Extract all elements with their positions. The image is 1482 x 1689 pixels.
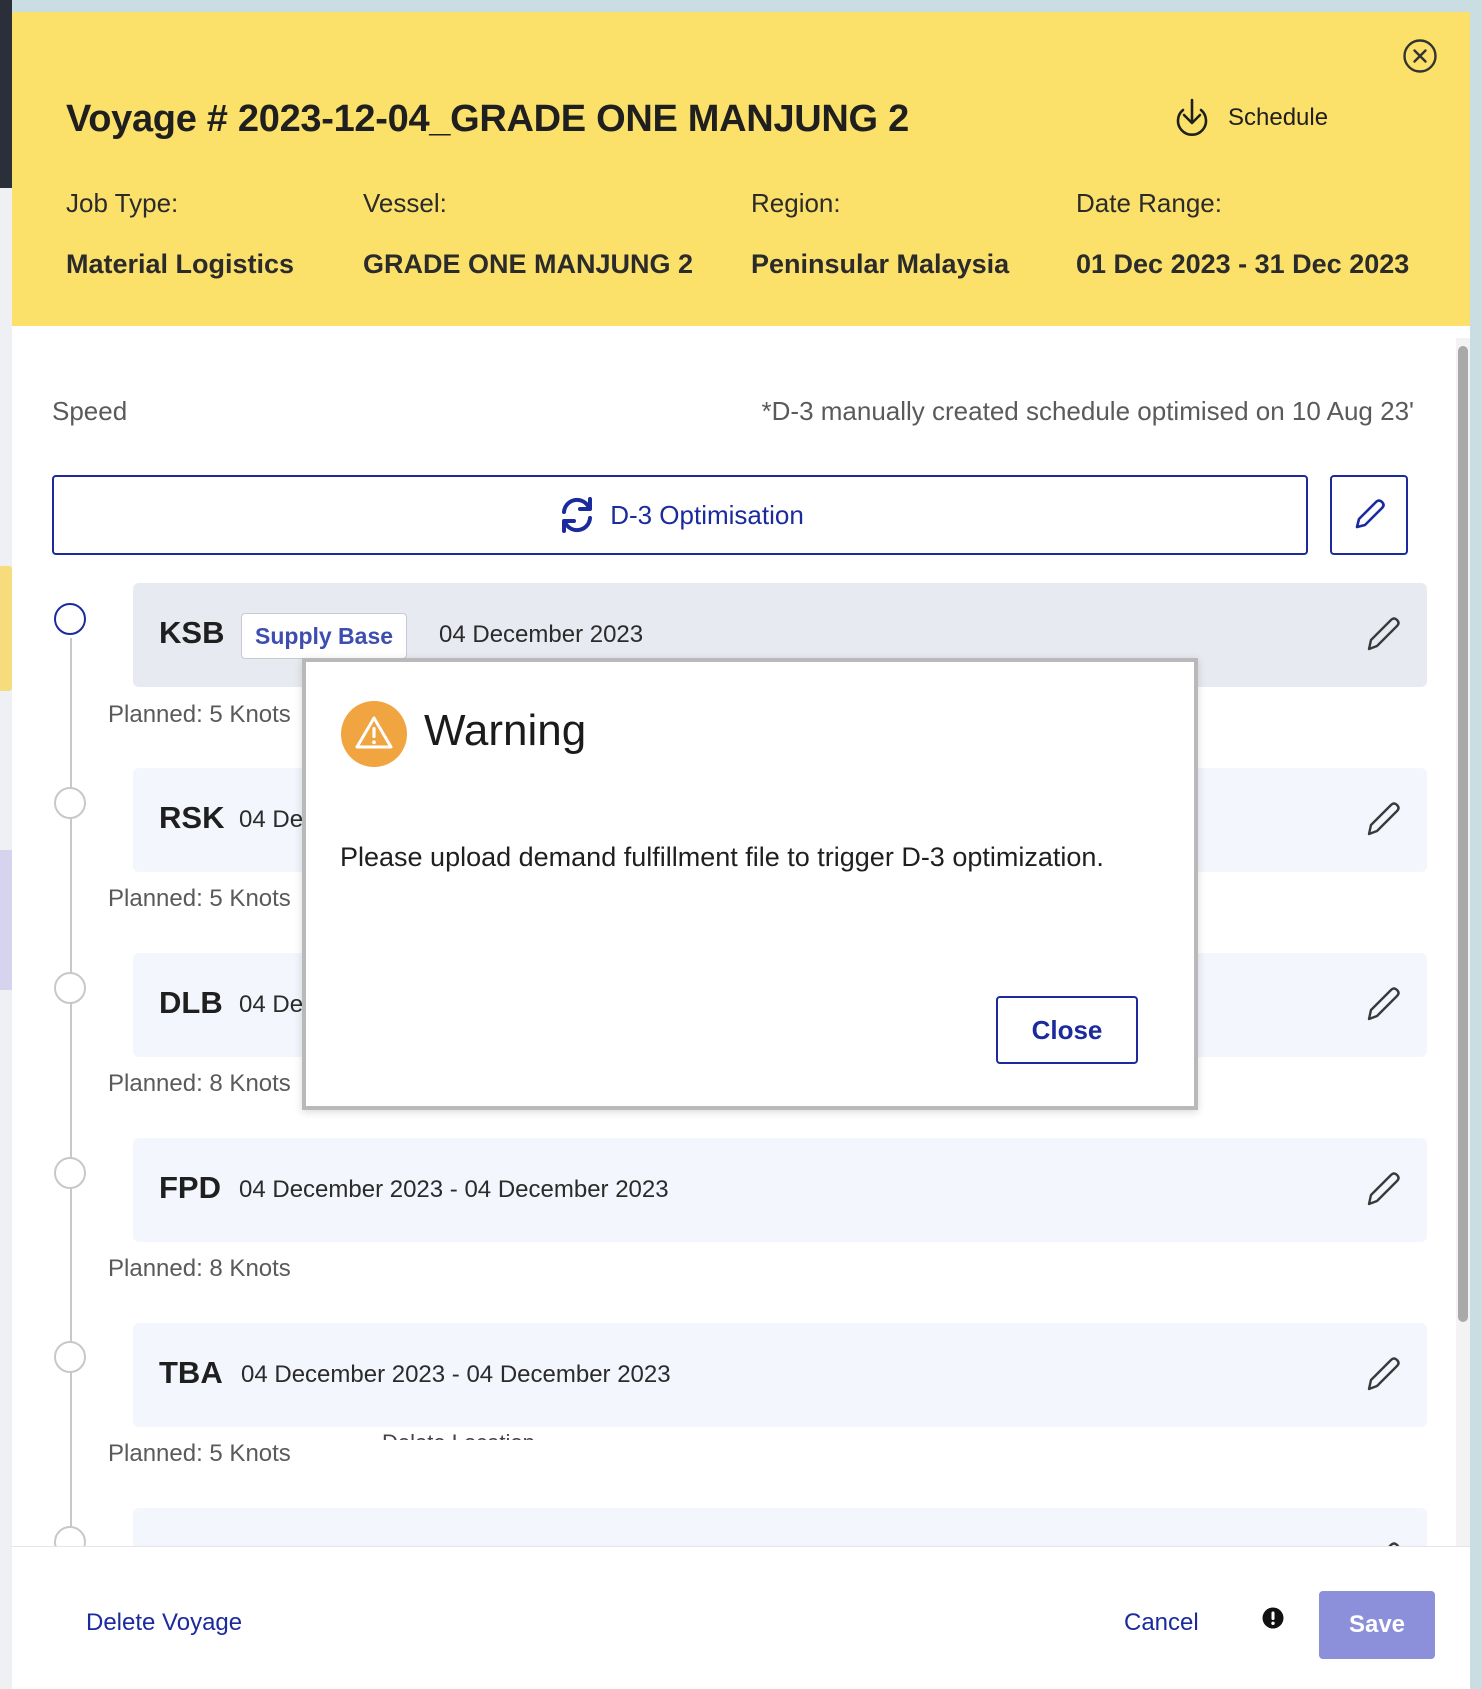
- delete-location-option[interactable]: Delete Location: [382, 1430, 535, 1440]
- pencil-icon: [1355, 499, 1385, 529]
- date-range-label: Date Range:: [1076, 188, 1222, 218]
- stop-date: 04 De: [239, 806, 304, 833]
- d3-optimisation-button[interactable]: D-3 Optimisation: [52, 475, 1308, 555]
- timeline-dot: [54, 1526, 86, 1546]
- stop-date: 04 December 2023 - 04 December 2023: [241, 1361, 671, 1388]
- dialog-message: Please upload demand fulfillment file to…: [340, 842, 1104, 872]
- stop-card-tba[interactable]: TBA 04 December 2023 - 04 December 2023: [133, 1323, 1427, 1427]
- planned-speed: Planned: 5 Knots: [108, 885, 291, 912]
- timeline-dot: [54, 1157, 86, 1189]
- schedule-download-button[interactable]: Schedule: [1170, 90, 1328, 146]
- pencil-icon[interactable]: [1361, 796, 1405, 842]
- vessel-label: Vessel:: [363, 188, 447, 218]
- background-app-strip: [0, 0, 12, 188]
- download-icon: [1176, 98, 1208, 137]
- date-range-value: 01 Dec 2023 - 31 Dec 2023: [1076, 249, 1410, 279]
- vessel-field: Vessel: GRADE ONE MANJUNG 2: [363, 188, 693, 280]
- pencil-icon[interactable]: [1361, 1536, 1405, 1546]
- refresh-icon: [562, 497, 593, 533]
- dialog-close-button[interactable]: Close: [996, 996, 1138, 1064]
- save-button[interactable]: Save: [1319, 1591, 1435, 1659]
- stop-card-partial[interactable]: [133, 1508, 1427, 1546]
- stop-date: 04 December 2023: [439, 621, 644, 648]
- region-label: Region:: [751, 188, 841, 218]
- pencil-icon[interactable]: [1361, 981, 1405, 1027]
- background-highlight: [0, 850, 12, 990]
- close-circle-icon[interactable]: [1402, 38, 1438, 74]
- planned-speed: Planned: 5 Knots: [108, 1440, 291, 1467]
- stop-code: RSK: [159, 800, 225, 835]
- stop-date: 04 December 2023 - 04 December 2023: [239, 1176, 669, 1203]
- edit-schedule-button[interactable]: [1330, 475, 1408, 555]
- voyage-modal: Voyage # 2023-12-04_GRADE ONE MANJUNG 2 …: [12, 12, 1470, 1689]
- timeline-dot: [54, 603, 86, 635]
- dialog-title: Warning: [424, 706, 587, 755]
- timeline-line: [70, 638, 72, 1546]
- timeline-dot: [54, 787, 86, 819]
- speed-label: Speed: [52, 396, 128, 426]
- exclamation-icon: [1262, 1607, 1284, 1629]
- stop-code: KSB: [159, 615, 225, 650]
- voyage-header: Voyage # 2023-12-04_GRADE ONE MANJUNG 2 …: [12, 12, 1470, 326]
- warning-triangle-icon: [341, 701, 407, 767]
- job-type-label: Job Type:: [66, 188, 179, 218]
- region-value: Peninsular Malaysia: [751, 249, 1010, 279]
- modal-footer: Delete Voyage Cancel Save: [12, 1546, 1470, 1689]
- voyage-title: Voyage # 2023-12-04_GRADE ONE MANJUNG 2: [66, 98, 909, 140]
- supply-base-badge: Supply Base: [241, 613, 408, 659]
- stop-card-fpd[interactable]: FPD 04 December 2023 - 04 December 2023: [133, 1138, 1427, 1242]
- pencil-icon[interactable]: [1361, 1166, 1405, 1212]
- delete-voyage-button[interactable]: Delete Voyage: [86, 1609, 242, 1637]
- background-chip: [0, 566, 12, 691]
- job-type-field: Job Type: Material Logistics: [66, 188, 294, 280]
- planned-speed: Planned: 8 Knots: [108, 1255, 291, 1282]
- cancel-button[interactable]: Cancel: [1124, 1609, 1199, 1637]
- stop-date: 04 De: [239, 991, 304, 1018]
- pencil-icon[interactable]: [1361, 611, 1405, 657]
- timeline-dot: [54, 972, 86, 1004]
- planned-speed: Planned: 8 Knots: [108, 1070, 291, 1097]
- date-range-field: Date Range: 01 Dec 2023 - 31 Dec 2023: [1076, 188, 1409, 280]
- schedule-label: Schedule: [1228, 104, 1329, 131]
- pencil-icon[interactable]: [1361, 1351, 1405, 1397]
- region-field: Region: Peninsular Malaysia: [751, 188, 1009, 280]
- stop-code: DLB: [159, 985, 223, 1020]
- planned-speed: Planned: 5 Knots: [108, 701, 291, 728]
- job-type-value: Material Logistics: [66, 249, 295, 279]
- warning-dialog: Warning Please upload demand fulfillment…: [302, 658, 1198, 1110]
- scrollbar-thumb[interactable]: [1458, 346, 1468, 1322]
- stop-code: TBA: [159, 1355, 223, 1390]
- stop-code: FPD: [159, 1170, 221, 1205]
- timeline-dot: [54, 1341, 86, 1373]
- optimisation-note: *D-3 manually created schedule optimised…: [761, 396, 1414, 426]
- d3-optimisation-label: D-3 Optimisation: [610, 499, 804, 530]
- vessel-value: GRADE ONE MANJUNG 2: [363, 249, 694, 279]
